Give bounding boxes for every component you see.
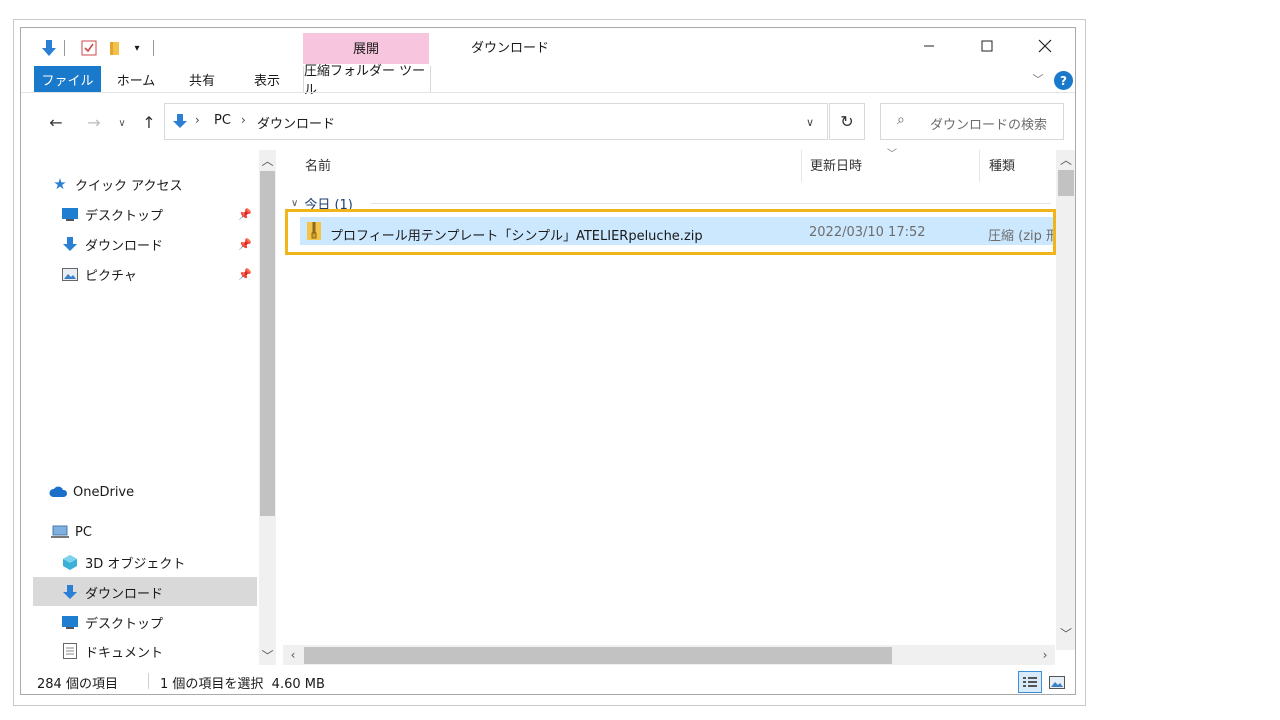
nav-label: デスクトップ: [85, 616, 164, 632]
nav-item-3d-objects[interactable]: 3D オブジェクト: [61, 548, 256, 576]
desktop-icon: [61, 614, 79, 630]
documents-icon: [61, 643, 79, 659]
window-title: ダウンロード: [471, 41, 550, 56]
file-list-horizontal-scroll-thumb[interactable]: [304, 647, 892, 664]
breadcrumb-separator: ›: [241, 113, 246, 127]
nav-label: 3D オブジェクト: [85, 556, 186, 572]
pin-icon[interactable]: 📌: [238, 268, 252, 281]
scroll-up-arrow-icon[interactable]: ︿: [1058, 151, 1074, 167]
toolbar-separator: [64, 40, 65, 56]
nav-label: PC: [75, 524, 92, 540]
nav-label: ダウンロード: [85, 586, 164, 602]
scroll-down-arrow-icon[interactable]: ﹀: [1058, 625, 1074, 641]
address-dropdown-icon[interactable]: ∨: [801, 112, 819, 132]
3d-objects-icon: [61, 554, 79, 570]
breadcrumb-downloads[interactable]: ダウンロード: [257, 113, 335, 132]
status-item-count: 284 個の項目: [37, 677, 118, 692]
nav-onedrive[interactable]: OneDrive: [49, 478, 274, 506]
pin-icon[interactable]: 📌: [238, 238, 252, 251]
recent-locations-chevron-icon[interactable]: ∨: [115, 114, 129, 132]
nav-label: OneDrive: [73, 484, 135, 500]
scroll-down-arrow-icon[interactable]: ﹀: [259, 647, 276, 663]
pictures-icon: [61, 266, 79, 282]
scroll-up-arrow-icon[interactable]: ︿: [259, 152, 276, 168]
collapse-chevron-icon[interactable]: ∨: [291, 198, 298, 209]
tab-home[interactable]: ホーム: [109, 66, 163, 92]
customize-dropdown-icon[interactable]: ▾: [129, 38, 145, 58]
sort-chevron-icon: ﹀: [887, 149, 897, 160]
back-arrow-icon[interactable]: ←: [45, 112, 67, 132]
forward-arrow-icon[interactable]: →: [83, 112, 105, 132]
nav-label: デスクトップ: [85, 208, 164, 224]
tab-view[interactable]: 表示: [241, 66, 293, 92]
computer-icon: [51, 524, 69, 540]
download-icon: [61, 236, 79, 252]
file-list-vertical-scrollbar[interactable]: [1056, 150, 1075, 650]
column-header-modified[interactable]: 更新日時: [810, 155, 862, 174]
refresh-button[interactable]: ↻: [829, 103, 865, 140]
status-selection: 1 個の項目を選択 4.60 MB: [160, 677, 325, 692]
column-header-type[interactable]: 種類: [989, 155, 1015, 174]
details-view-icon[interactable]: [1018, 671, 1042, 693]
file-explorer-window: ▾ 展開 ダウンロード ファイル ホーム 共有 表示 圧縮フォルダー ツール ﹀…: [20, 27, 1076, 695]
scroll-left-arrow-icon[interactable]: ‹: [285, 647, 301, 663]
file-list-vertical-scroll-thumb[interactable]: [1058, 170, 1074, 196]
status-divider: [148, 673, 149, 689]
up-arrow-icon[interactable]: ↑: [139, 112, 159, 132]
nav-item-pictures[interactable]: ピクチャ 📌: [61, 260, 256, 288]
scroll-right-arrow-icon[interactable]: ›: [1037, 647, 1053, 663]
ribbon-expand-icon[interactable]: ﹀: [1030, 71, 1046, 87]
search-icon: ⌕: [897, 112, 905, 128]
column-divider[interactable]: [801, 150, 802, 182]
nav-label: ドキュメント: [85, 645, 164, 661]
nav-item-downloads[interactable]: ダウンロード 📌: [61, 230, 256, 258]
search-placeholder: ダウンロードの検索: [930, 118, 1048, 133]
group-divider: [371, 203, 1051, 204]
download-arrow-icon[interactable]: [39, 38, 59, 58]
ribbon-divider: [21, 92, 1075, 93]
nav-label: クイック アクセス: [75, 178, 183, 194]
breadcrumb-separator: ›: [195, 113, 200, 127]
nav-label: ピクチャ: [85, 268, 137, 284]
close-icon[interactable]: [1016, 28, 1074, 64]
nav-item-desktop[interactable]: デスクトップ 📌: [61, 200, 256, 228]
help-icon[interactable]: ?: [1054, 71, 1073, 90]
search-box[interactable]: ⌕ ダウンロードの検索: [880, 103, 1064, 140]
annotation-highlight-box: [285, 209, 1056, 255]
tab-file[interactable]: ファイル: [34, 66, 101, 92]
large-icons-view-icon[interactable]: [1045, 671, 1069, 693]
context-group-label: 展開: [352, 42, 379, 57]
tab-share[interactable]: 共有: [177, 66, 227, 92]
desktop-icon: [61, 206, 79, 222]
tab-compressed-folder-tools[interactable]: 圧縮フォルダー ツール: [303, 64, 431, 98]
nav-item-documents[interactable]: ドキュメント: [61, 637, 256, 665]
breadcrumb-pc[interactable]: PC: [214, 113, 231, 128]
toolbar-separator: [153, 40, 154, 56]
refresh-icon: ↻: [840, 112, 854, 131]
nav-item-desktop-pc[interactable]: デスクトップ: [61, 608, 256, 636]
column-divider[interactable]: [979, 150, 980, 182]
nav-label: ダウンロード: [85, 238, 164, 254]
maximize-icon[interactable]: [958, 28, 1016, 64]
nav-quick-access[interactable]: ★ クイック アクセス: [51, 170, 276, 198]
new-folder-icon[interactable]: [105, 38, 125, 58]
minimize-icon[interactable]: [900, 28, 958, 64]
cloud-icon: [49, 484, 67, 500]
column-header-name[interactable]: 名前: [305, 155, 331, 174]
nav-pc[interactable]: PC: [51, 518, 276, 546]
properties-check-icon[interactable]: [79, 38, 99, 58]
download-icon: [171, 112, 189, 130]
download-icon: [61, 584, 79, 600]
pin-icon[interactable]: 📌: [238, 208, 252, 221]
nav-pane-scroll-thumb[interactable]: [260, 171, 275, 516]
star-icon: ★: [53, 175, 67, 193]
nav-item-downloads-pc[interactable]: ダウンロード: [61, 578, 256, 606]
